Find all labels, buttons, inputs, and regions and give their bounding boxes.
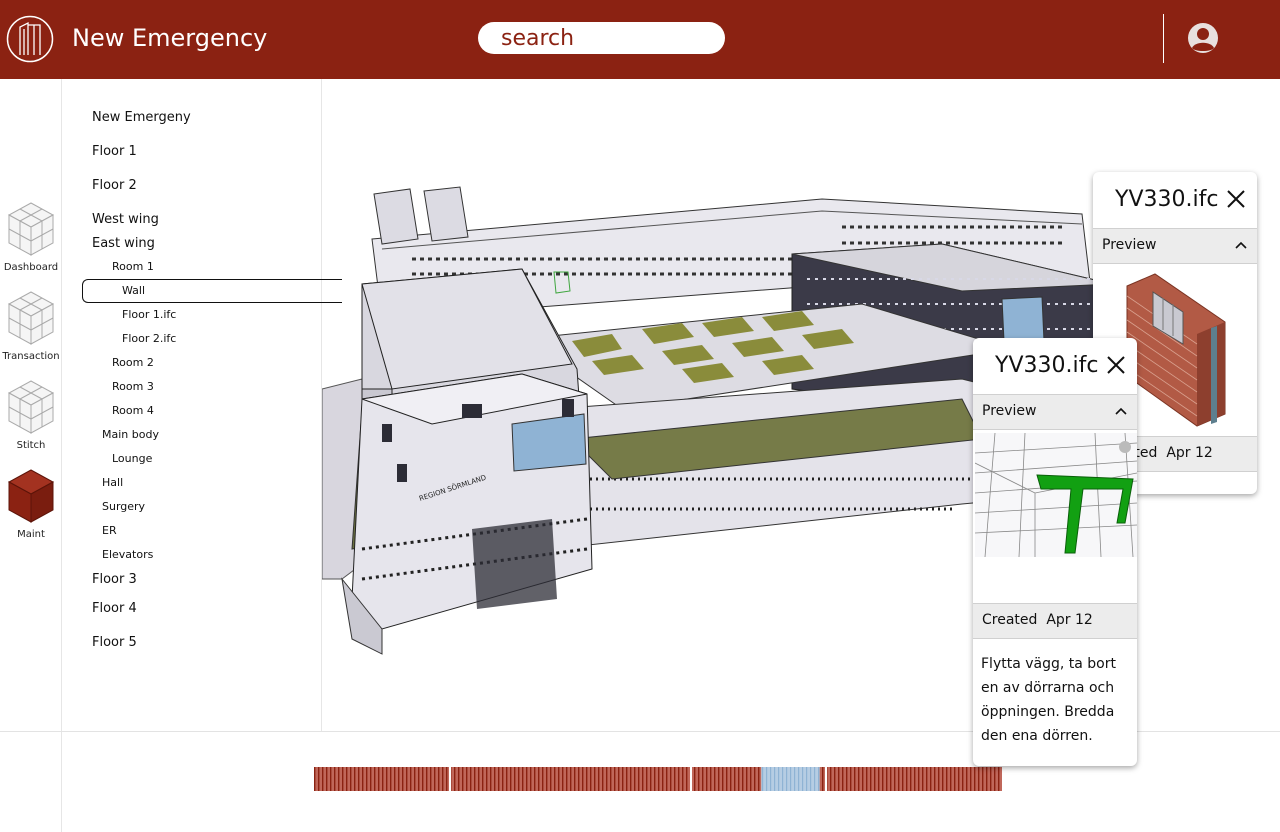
- tree-item[interactable]: Elevators: [102, 548, 153, 561]
- app-title: New Emergency: [72, 24, 268, 52]
- tree-item[interactable]: Room 1: [112, 260, 154, 273]
- section-label: Preview: [1102, 237, 1157, 253]
- close-icon[interactable]: [1225, 188, 1247, 210]
- tree-item[interactable]: Floor 2: [92, 178, 137, 193]
- tree-item[interactable]: Room 2: [112, 356, 154, 369]
- rail-label: Stitch: [16, 440, 46, 451]
- preview-section-header[interactable]: Preview: [973, 394, 1137, 430]
- change-note: Flytta vägg, ta bort en av dörrarna och …: [981, 656, 1116, 744]
- search-input[interactable]: [478, 22, 725, 54]
- model-tree: New Emergeny Floor 1 Floor 2 West wing E…: [62, 79, 342, 732]
- rail-item-transaction[interactable]: Transaction: [0, 288, 62, 362]
- rail-item-dashboard[interactable]: Dashboard: [0, 199, 62, 273]
- tree-item[interactable]: Floor 1: [92, 144, 137, 159]
- chevron-up-icon[interactable]: [1115, 406, 1127, 416]
- created-date: Apr 12: [1166, 445, 1213, 461]
- tree-item[interactable]: New Emergeny: [92, 110, 191, 125]
- app-rail: Dashboard Transaction Stitch Maint: [0, 79, 62, 832]
- rail-item-stitch[interactable]: Stitch: [0, 377, 62, 451]
- cube-grid-icon: [7, 202, 55, 256]
- section-label: Preview: [982, 403, 1037, 419]
- tree-item[interactable]: Hall: [102, 476, 123, 489]
- created-date: Apr 12: [1046, 612, 1093, 628]
- tree-item-selected[interactable]: Wall: [122, 284, 145, 297]
- timeline-track[interactable]: [314, 767, 1002, 791]
- top-header: New Emergency: [0, 0, 1280, 79]
- rail-label: Maint: [17, 529, 45, 540]
- tree-item[interactable]: Floor 4: [92, 601, 137, 616]
- cube-grid-icon: [7, 291, 55, 345]
- cube-grid-icon: [7, 380, 55, 434]
- tree-item[interactable]: East wing: [92, 236, 155, 251]
- rail-label: Transaction: [2, 351, 60, 362]
- tree-item[interactable]: West wing: [92, 212, 159, 227]
- tree-item[interactable]: Main body: [102, 428, 159, 441]
- tree-item[interactable]: Floor 3: [92, 572, 137, 587]
- tree-item[interactable]: Floor 2.ifc: [122, 332, 176, 345]
- selected-item-outline: [82, 279, 342, 303]
- chevron-up-icon[interactable]: [1235, 240, 1247, 250]
- tree-item[interactable]: ER: [102, 524, 117, 537]
- header-divider: [1163, 14, 1164, 63]
- timeline-scrubber[interactable]: [314, 767, 1002, 791]
- tree-item[interactable]: Floor 1.ifc: [122, 308, 176, 321]
- tree-item[interactable]: Floor 5: [92, 635, 137, 650]
- rail-item-maint[interactable]: Maint: [0, 466, 62, 540]
- tree-item[interactable]: Surgery: [102, 500, 145, 513]
- file-card-front: YV330.ifc Preview Created Apr 12 Flytta …: [973, 338, 1137, 766]
- tree-item[interactable]: Lounge: [112, 452, 152, 465]
- tree-item[interactable]: Room 3: [112, 380, 154, 393]
- close-icon[interactable]: [1105, 354, 1127, 376]
- cube-grid-icon: [7, 469, 55, 523]
- preview-section-header[interactable]: Preview: [1093, 228, 1257, 264]
- building-logo-icon[interactable]: [6, 15, 54, 63]
- rail-label: Dashboard: [3, 262, 59, 273]
- timeline-highlight[interactable]: [761, 767, 820, 791]
- tree-item[interactable]: Room 4: [112, 404, 154, 417]
- created-row: Created Apr 12: [973, 603, 1137, 639]
- user-avatar-icon[interactable]: [1187, 22, 1219, 54]
- wireframe-wall-icon: [975, 433, 1137, 557]
- created-label: Created: [982, 612, 1038, 628]
